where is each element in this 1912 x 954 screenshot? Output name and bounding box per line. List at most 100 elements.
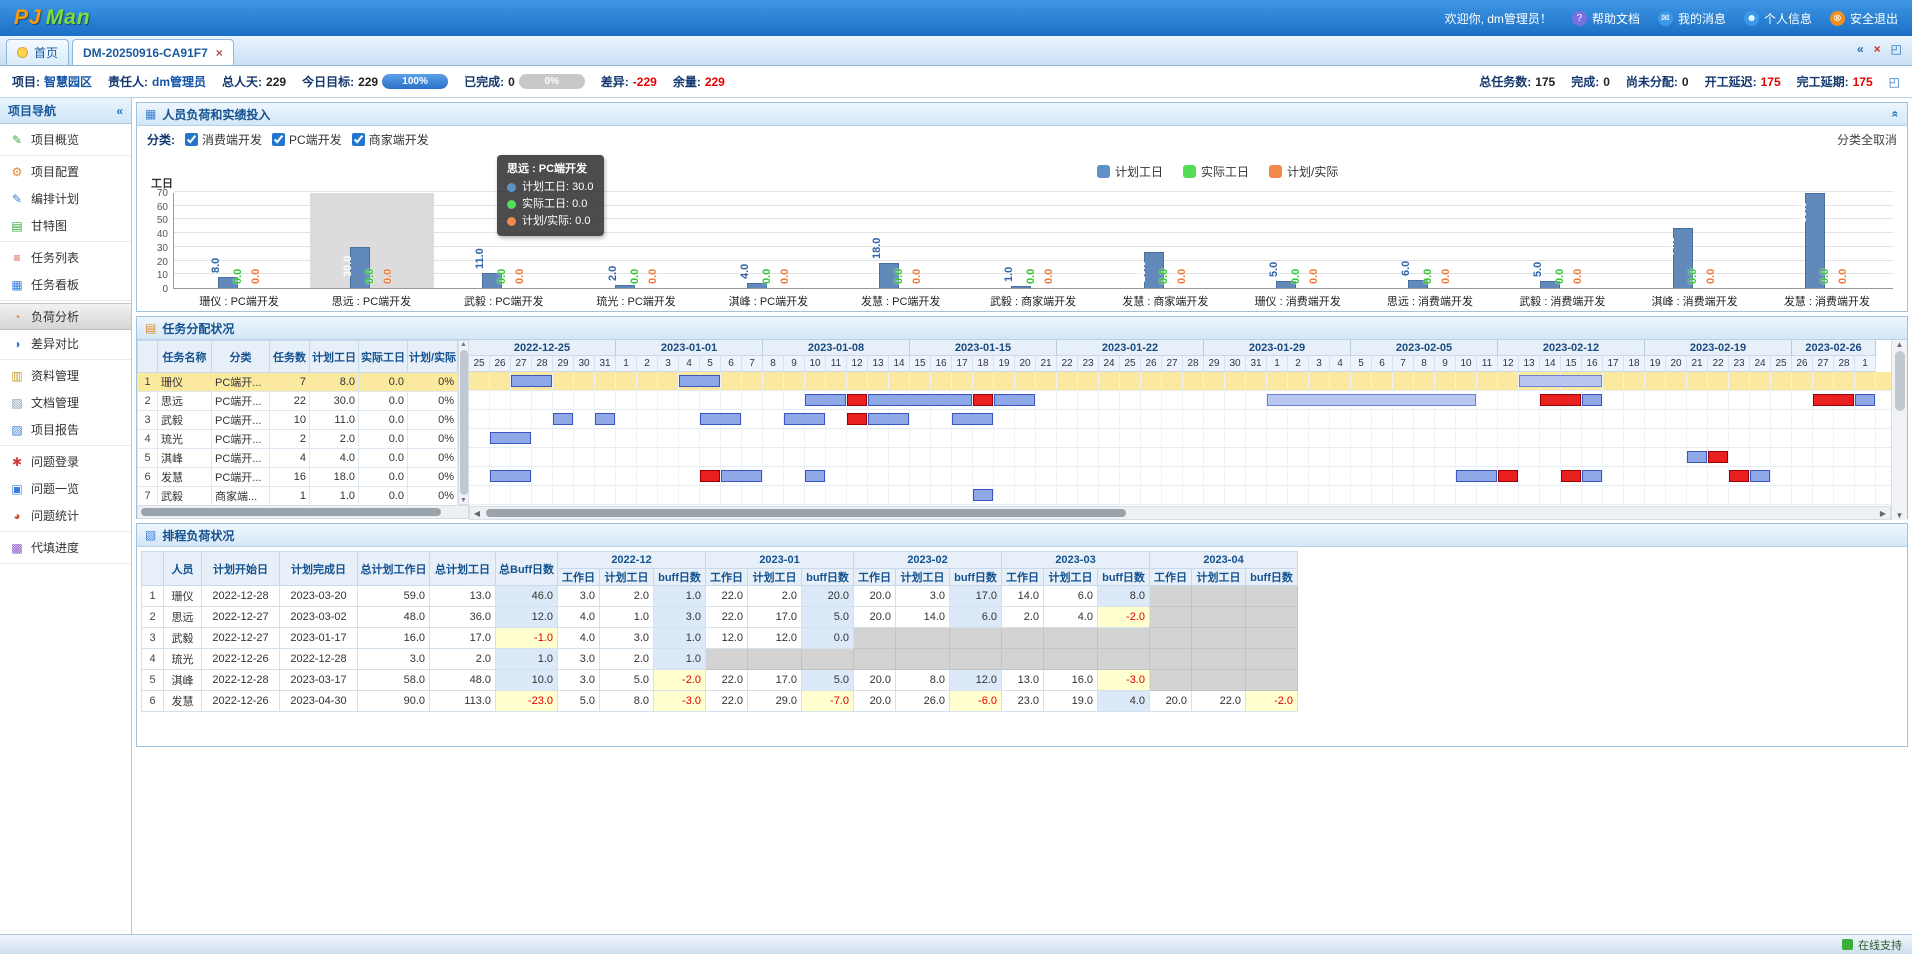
gantt-segment[interactable] <box>1519 375 1602 387</box>
scroll-right-icon[interactable]: ▶ <box>1876 507 1890 519</box>
sidebar-item-task-board[interactable]: ▦ 任务看板 <box>0 271 131 298</box>
task-table-horizontal-scrollbar[interactable] <box>137 505 469 519</box>
scroll-up-icon[interactable]: ▲ <box>460 341 467 348</box>
task-row[interactable]: 6 发慧 PC端开... 16 18.0 0.0 0% <box>137 467 458 487</box>
scrollbar-thumb[interactable] <box>486 509 1126 517</box>
task-row[interactable]: 4 琉光 PC端开... 2 2.0 0.0 0% <box>137 429 458 449</box>
toplink-logout[interactable]: ⊗ 安全退出 <box>1829 10 1898 27</box>
scrollbar-thumb[interactable] <box>1894 351 1905 411</box>
gantt-segment[interactable] <box>868 413 909 425</box>
gantt-segment[interactable] <box>1687 451 1707 463</box>
gantt-segment[interactable] <box>1456 470 1497 482</box>
sidebar-item-diff-compare[interactable]: ◑ 差异对比 <box>0 330 131 357</box>
scroll-down-icon[interactable]: ▼ <box>1896 511 1904 520</box>
sidebar-item-document-mgmt[interactable]: ▧ 文档管理 <box>0 389 131 416</box>
sidebar-item-progress-fill[interactable]: ▩ 代填进度 <box>0 534 131 561</box>
gantt-segment[interactable] <box>679 375 720 387</box>
gantt-segment[interactable] <box>1855 394 1875 406</box>
filter-checkbox[interactable] <box>272 133 286 146</box>
clear-all-categories-link[interactable]: 分类全取消 <box>1837 131 1897 148</box>
sidebar-item-task-list[interactable]: ≡ 任务列表 <box>0 244 131 271</box>
gantt-segment[interactable] <box>994 394 1035 406</box>
gantt-vertical-scrollbar[interactable]: ▲ ▼ <box>1891 340 1907 520</box>
scrollbar-thumb[interactable] <box>141 508 441 516</box>
bar-label-planned: 18.0 <box>871 237 884 259</box>
gantt-segment[interactable] <box>1582 470 1602 482</box>
gantt-horizontal-scrollbar[interactable]: ◀ ▶ <box>469 506 1891 520</box>
month-sub-header: 计划工日 <box>1191 568 1246 586</box>
gantt-segment[interactable] <box>1267 394 1476 406</box>
gantt-segment[interactable] <box>1561 470 1581 482</box>
scrollbar-thumb[interactable] <box>459 350 468 495</box>
gantt-segment[interactable] <box>784 413 825 425</box>
tab-close-icon[interactable]: × <box>216 46 223 60</box>
chart-category-label: 淇峰 : 消费端开发 <box>1651 296 1738 308</box>
toplink-help-docs[interactable]: ? 帮助文档 <box>1571 10 1640 27</box>
task-row[interactable]: 5 淇峰 PC端开... 4 4.0 0.0 0% <box>137 448 458 468</box>
gantt-segment[interactable] <box>1708 451 1728 463</box>
task-row[interactable]: 7 武毅 商家端... 1 1.0 0.0 0% <box>137 486 458 506</box>
tab-first-icon[interactable]: « <box>1857 42 1864 56</box>
sidebar-item-project-overview[interactable]: ✎ 项目概览 <box>0 126 131 153</box>
gantt-segment[interactable] <box>847 413 867 425</box>
filter-category[interactable]: 消费端开发 <box>185 131 262 148</box>
month-workdays: 2.0 <box>1001 606 1044 628</box>
tab-active[interactable]: DM-20250916-CA91F7 × <box>72 39 234 65</box>
gantt-segment[interactable] <box>1729 470 1749 482</box>
scroll-left-icon[interactable]: ◀ <box>470 507 484 519</box>
gantt-segment[interactable] <box>952 413 993 425</box>
scroll-up-icon[interactable]: ▲ <box>1896 340 1904 349</box>
gantt-segment[interactable] <box>805 470 825 482</box>
gantt-segment[interactable] <box>553 413 573 425</box>
gantt-segment[interactable] <box>1582 394 1602 406</box>
gantt-segment[interactable] <box>1813 394 1854 406</box>
sidebar-item-project-report[interactable]: ▨ 项目报告 <box>0 416 131 443</box>
gantt-segment[interactable] <box>490 432 531 444</box>
gantt-segment[interactable] <box>1498 470 1518 482</box>
filter-category[interactable]: PC端开发 <box>272 131 342 148</box>
tab-close-all-icon[interactable]: × <box>1874 42 1881 56</box>
sidebar-item-label: 问题一览 <box>31 482 80 496</box>
gantt-segment[interactable] <box>973 394 993 406</box>
bar-planned[interactable] <box>614 285 635 288</box>
gantt-segment[interactable] <box>490 470 531 482</box>
sidebar-item-project-config[interactable]: ⚙ 项目配置 <box>0 158 131 185</box>
sidebar-item-material-mgmt[interactable]: ▥ 资料管理 <box>0 362 131 389</box>
filter-checkbox[interactable] <box>185 133 198 146</box>
gantt-segment[interactable] <box>1750 470 1770 482</box>
task-row[interactable]: 3 武毅 PC端开... 10 11.0 0.0 0% <box>137 410 458 430</box>
gantt-segment[interactable] <box>700 413 741 425</box>
tab-home[interactable]: 首页 <box>6 39 70 65</box>
filter-checkbox[interactable] <box>351 133 365 146</box>
task-row[interactable]: 2 思远 PC端开... 22 30.0 0.0 0% <box>137 391 458 411</box>
task-row[interactable]: 1 珊仪 PC端开... 7 8.0 0.0 0% <box>137 372 458 392</box>
gantt-segment[interactable] <box>1540 394 1581 406</box>
gantt-segment[interactable] <box>595 413 615 425</box>
toplink-my-messages[interactable]: ✉ 我的消息 <box>1657 10 1726 27</box>
sidebar-collapse-icon[interactable]: « <box>116 104 123 118</box>
sidebar-item-issue-list[interactable]: ▣ 问题一览 <box>0 475 131 502</box>
online-support-link[interactable]: 在线支持 <box>1858 937 1902 953</box>
filter-category[interactable]: 商家端开发 <box>351 131 429 148</box>
gantt-segment[interactable] <box>511 375 552 387</box>
panel-collapse-icon[interactable]: « <box>1889 111 1903 118</box>
sidebar-item-schedule-plan[interactable]: ✎ 编排计划 <box>0 185 131 212</box>
task-table-vertical-scrollbar[interactable]: ▲ ▼ <box>458 340 469 505</box>
bar-planned[interactable] <box>1011 286 1032 288</box>
gantt-segment[interactable] <box>973 489 993 501</box>
sidebar-item-load-analysis[interactable]: ◔ 负荷分析 <box>0 303 131 330</box>
gantt-segment[interactable] <box>721 470 762 482</box>
sidebar-item-gantt-chart[interactable]: ▤ 甘特图 <box>0 212 131 239</box>
scroll-down-icon[interactable]: ▼ <box>460 497 467 504</box>
gantt-segment[interactable] <box>805 394 846 406</box>
sidebar-item-issue-stats[interactable]: ◕ 问题统计 <box>0 502 131 529</box>
month-workdays: 14.0 <box>1001 585 1044 607</box>
info-expand-icon[interactable]: ◰ <box>1889 75 1900 89</box>
axis-tick-label: 10 <box>156 270 168 281</box>
gantt-segment[interactable] <box>868 394 972 406</box>
gantt-segment[interactable] <box>700 470 720 482</box>
fullscreen-icon[interactable]: ◰ <box>1891 42 1902 56</box>
toplink-profile[interactable]: ☻ 个人信息 <box>1743 10 1812 27</box>
gantt-segment[interactable] <box>847 394 867 406</box>
sidebar-item-issue-entry[interactable]: ✱ 问题登录 <box>0 448 131 475</box>
